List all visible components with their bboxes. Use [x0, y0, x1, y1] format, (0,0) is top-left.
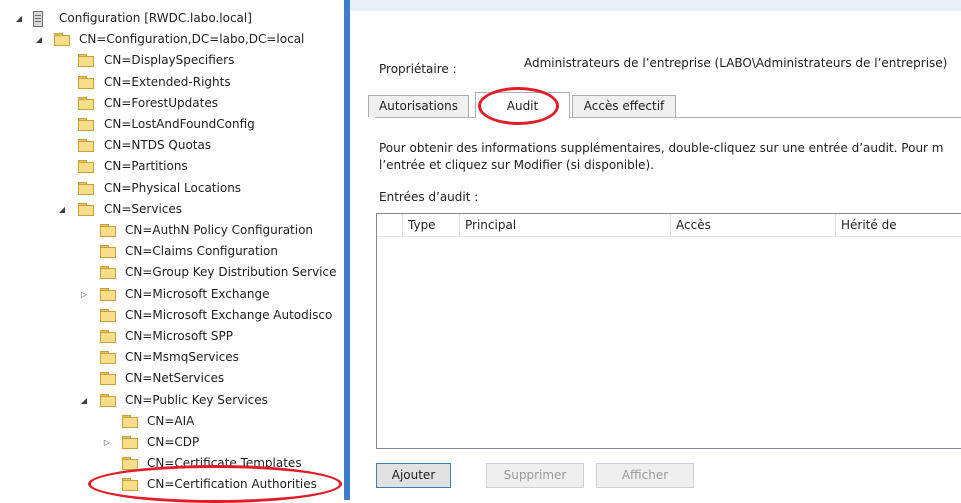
- tree-item-label: CN=Group Key Distribution Service: [125, 265, 337, 280]
- tree-item-label: CN=Extended-Rights: [104, 74, 231, 89]
- tab-strip-line: [375, 117, 961, 118]
- folder-icon: [78, 160, 94, 174]
- column-herite-de[interactable]: Hérité de: [835, 214, 961, 236]
- folder-icon: [78, 139, 94, 153]
- tree-item[interactable]: ◢ CN=Services: [0, 199, 344, 220]
- tree-item[interactable]: ◢ Configuration [RWDC.labo.local]: [0, 8, 344, 29]
- folder-icon: [78, 118, 94, 131]
- tree-item[interactable]: CN=Claims Configuration: [0, 241, 344, 262]
- folder-icon: [122, 436, 138, 449]
- tree-pane[interactable]: ◢ Configuration [RWDC.labo.local] ◢ CN=Conf…: [0, 0, 344, 500]
- folder-icon: [100, 393, 116, 407]
- tree-item-label: CN=Public Key Services: [125, 392, 268, 407]
- audit-entries-label: Entrées d’audit :: [379, 190, 479, 204]
- folder-icon: [100, 330, 116, 343]
- tab-autorisations-label: Autorisations: [379, 99, 458, 113]
- column-type[interactable]: Type: [402, 214, 459, 236]
- tree-item[interactable]: ▷ CN=CDP: [0, 432, 344, 453]
- tree-item[interactable]: CN=ForestUpdates: [0, 93, 344, 114]
- tree-item[interactable]: CN=NetServices: [0, 368, 344, 389]
- folder-icon: [100, 351, 116, 365]
- add-button[interactable]: Ajouter: [376, 463, 451, 488]
- tree-item-label: CN=Certificate Templates: [147, 456, 302, 471]
- audit-entries-list[interactable]: Type Principal Accès Hérité de: [376, 213, 961, 449]
- tree-item[interactable]: CN=Microsoft SPP: [0, 326, 344, 347]
- tree-item[interactable]: CN=Certificate Templates: [0, 453, 344, 474]
- tree-item-label: CN=DisplaySpecifiers: [104, 53, 235, 68]
- tree-item[interactable]: ◢ CN=Public Key Services: [0, 390, 344, 411]
- view-button[interactable]: Afficher: [596, 463, 694, 488]
- tab-audit-label: Audit: [506, 99, 539, 113]
- tree-item-label: CN=Services: [104, 201, 183, 216]
- tree-item-label: CN=Physical Locations: [104, 180, 242, 195]
- tree-item-label: CN=Microsoft Exchange Autodisco: [125, 307, 333, 322]
- tab-autorisations[interactable]: Autorisations: [368, 95, 469, 117]
- list-header: Type Principal Accès Hérité de: [377, 214, 961, 237]
- tree-item[interactable]: CN=AuthN Policy Configuration: [0, 220, 344, 241]
- tree-item[interactable]: CN=Partitions: [0, 156, 344, 177]
- tree-item-label: CN=AuthN Policy Configuration: [125, 223, 314, 237]
- collapse-arrow-icon[interactable]: ◢: [14, 8, 24, 29]
- remove-button[interactable]: Supprimer: [486, 463, 584, 488]
- owner-value: Administrateurs de l’entreprise (LABO\Ad…: [524, 56, 948, 70]
- info-text-line1: Pour obtenir des informations supplément…: [379, 141, 944, 155]
- tree-item[interactable]: CN=Physical Locations: [0, 178, 344, 199]
- folder-icon: [100, 372, 116, 386]
- folder-icon: [78, 54, 94, 68]
- collapse-arrow-icon[interactable]: ◢: [34, 29, 44, 50]
- folder-icon: [54, 33, 70, 47]
- tab-acces-effectif-label: Accès effectif: [583, 99, 665, 113]
- tree-item-label: CN=NetServices: [125, 371, 225, 386]
- tree-item[interactable]: ◢ CN=Configuration,DC=labo,DC=local: [0, 29, 344, 50]
- folder-icon: [78, 75, 94, 89]
- folder-icon: [78, 181, 94, 195]
- folder-icon: [100, 287, 116, 301]
- tree-item[interactable]: CN=Extended-Rights: [0, 72, 344, 93]
- tree-item[interactable]: CN=NTDS Quotas: [0, 135, 344, 156]
- folder-icon: [122, 457, 138, 471]
- tab-audit[interactable]: Audit: [475, 92, 570, 118]
- tree-item-label: Configuration [RWDC.labo.local]: [59, 11, 252, 25]
- tree-item[interactable]: CN=LostAndFoundConfig: [0, 114, 344, 135]
- folder-icon: [78, 96, 94, 110]
- tree-item[interactable]: CN=AIA: [0, 411, 344, 432]
- tree-item[interactable]: CN=Group Key Distribution Service: [0, 262, 344, 283]
- tree-item[interactable]: CN=DisplaySpecifiers: [0, 50, 344, 71]
- expand-arrow-icon[interactable]: ▷: [79, 284, 89, 305]
- expand-arrow-icon[interactable]: ▷: [102, 432, 112, 453]
- tree-item[interactable]: CN=Certification Authorities: [0, 474, 344, 495]
- tree-item-label: CN=AIA: [147, 413, 195, 428]
- tree-item-label: CN=Microsoft Exchange: [125, 286, 270, 301]
- tree-item-label: CN=Partitions: [104, 159, 188, 174]
- tree-item-label: CN=Configuration,DC=labo,DC=local: [79, 32, 305, 47]
- folder-icon: [122, 414, 138, 428]
- folder-icon: [78, 202, 94, 216]
- tree-item-label: CN=Certification Authorities: [147, 477, 317, 492]
- folder-icon: [100, 266, 116, 280]
- tree-item-label: CN=LostAndFoundConfig: [104, 117, 255, 131]
- column-principal[interactable]: Principal: [459, 214, 670, 236]
- tree-item-label: CN=MsmqServices: [125, 350, 239, 365]
- tree-item-label: CN=Microsoft SPP: [125, 329, 233, 343]
- tree-item-label: CN=NTDS Quotas: [104, 138, 212, 153]
- collapse-arrow-icon[interactable]: ◢: [79, 390, 89, 411]
- collapse-arrow-icon[interactable]: ◢: [57, 199, 67, 220]
- tree-item-label: CN=ForestUpdates: [104, 95, 218, 110]
- owner-label: Propriétaire :: [379, 62, 457, 76]
- tab-acces-effectif[interactable]: Accès effectif: [572, 95, 676, 117]
- tree-item[interactable]: CN=Microsoft Exchange Autodisco: [0, 305, 344, 326]
- tree-item-label: CN=CDP: [147, 435, 200, 449]
- folder-icon: [100, 308, 116, 322]
- tree-item-label: CN=Claims Configuration: [125, 244, 278, 259]
- tree-item[interactable]: CN=MsmqServices: [0, 347, 344, 368]
- info-text-line2: l’entrée et cliquez sur Modifier (si dis…: [379, 158, 654, 172]
- tree-item[interactable]: ▷ CN=Microsoft Exchange: [0, 284, 344, 305]
- folder-icon: [100, 245, 116, 259]
- folder-icon: [100, 224, 116, 237]
- folder-icon: [122, 478, 138, 492]
- server-icon: [33, 11, 43, 27]
- column-acces[interactable]: Accès: [670, 214, 835, 236]
